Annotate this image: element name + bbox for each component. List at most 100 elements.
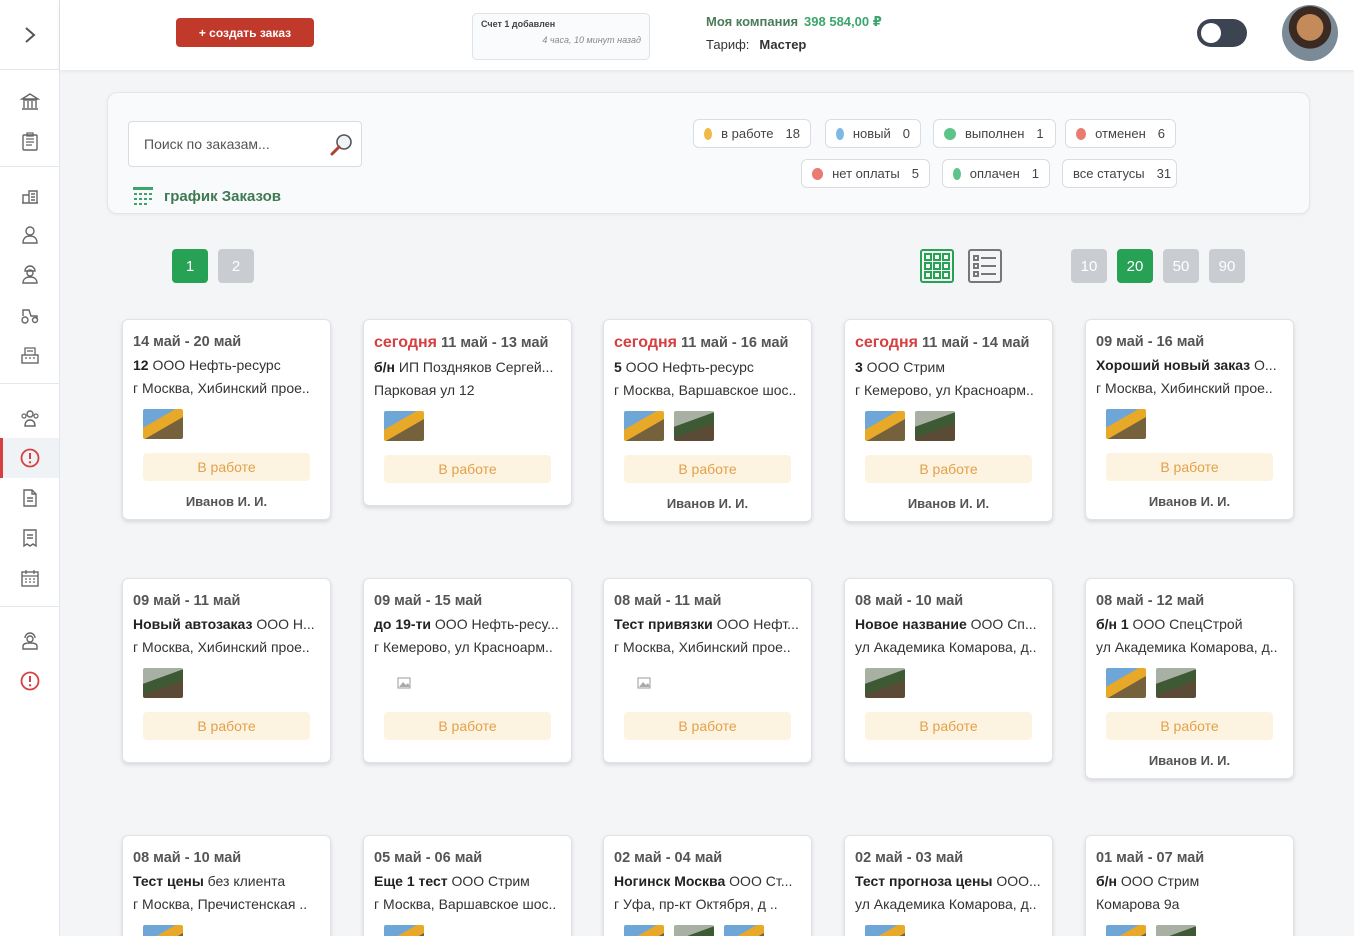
sidebar-item-drivers[interactable]: [0, 215, 59, 255]
order-number: до 19-ти: [374, 616, 432, 632]
equipment-photo[interactable]: [384, 925, 424, 936]
grid-view-icon[interactable]: [920, 249, 954, 283]
notification-card[interactable]: Счет 1 добавлен 4 часа, 10 минут назад: [472, 13, 650, 60]
sidebar-expand-button[interactable]: [0, 0, 59, 70]
search-input[interactable]: [129, 122, 319, 166]
sidebar: [0, 0, 60, 936]
status-chip[interactable]: отменен 6: [1065, 119, 1176, 148]
sidebar-item-machinery[interactable]: [0, 295, 59, 335]
equipment-photo[interactable]: [143, 668, 183, 698]
date-range: 02 май - 03 май: [855, 850, 964, 866]
equipment-photo[interactable]: [1106, 668, 1146, 698]
equipment-photo[interactable]: [674, 411, 714, 441]
page-button[interactable]: 2: [218, 249, 254, 283]
equipment-photo[interactable]: [1106, 925, 1146, 936]
chip-label: оплачен: [969, 166, 1020, 181]
equipment-photo[interactable]: [865, 411, 905, 441]
order-card[interactable]: сегодня 11 май - 14 май 3 ООО Стрим г Кеме…: [844, 319, 1053, 522]
sidebar-item-files[interactable]: [0, 478, 59, 518]
date-range: 05 май - 06 май: [374, 850, 483, 866]
equipment-photo[interactable]: [1106, 409, 1146, 439]
sidebar-item-team[interactable]: [0, 398, 59, 438]
equipment-photo[interactable]: [624, 925, 664, 936]
order-card[interactable]: 09 май - 11 май Новый автозаказ ООО Н... г…: [122, 578, 331, 763]
alert-icon: [20, 448, 39, 468]
order-card[interactable]: 08 май - 12 май б/н 1 ООО СпецСтрой ул Ака…: [1085, 578, 1294, 779]
equipment-photo[interactable]: [624, 411, 664, 441]
order-number: б/н 1: [1096, 616, 1129, 632]
order-title: б/н ИП Поздняков Сергей...: [374, 359, 561, 375]
date-range: 14 май - 20 май: [133, 334, 242, 350]
create-order-button[interactable]: + создать заказ: [176, 18, 314, 47]
equipment-photo[interactable]: [865, 925, 905, 936]
per-page-button[interactable]: 20: [1117, 249, 1153, 283]
equipment-photo[interactable]: [915, 411, 955, 441]
order-title: Тест прогноза цены ООО...: [855, 873, 1042, 889]
page-button[interactable]: 1: [172, 249, 208, 283]
per-page-button[interactable]: 10: [1071, 249, 1107, 283]
equipment-photo[interactable]: [674, 925, 714, 936]
order-card[interactable]: 02 май - 03 май Тест прогноза цены ООО...…: [844, 835, 1053, 936]
order-card[interactable]: 09 май - 15 май до 19-ти ООО Нефть-ресу..…: [363, 578, 572, 763]
order-schedule-link[interactable]: график Заказов: [132, 185, 281, 207]
equipment-photo[interactable]: [1156, 668, 1196, 698]
equipment-photo[interactable]: [865, 668, 905, 698]
order-card[interactable]: 02 май - 04 май Ногинск Москва ООО Ст... г…: [603, 835, 812, 936]
search-box: [128, 121, 362, 167]
chip-count: 0: [902, 126, 910, 141]
status-chip[interactable]: все статусы 31: [1062, 159, 1177, 188]
status-badge: В работе: [143, 712, 310, 740]
equipment-thumbs: [1106, 409, 1283, 439]
manager-name: Иванов И. И.: [1148, 753, 1231, 768]
order-card[interactable]: сегодня 11 май - 13 май б/н ИП Поздняков …: [363, 319, 572, 506]
sidebar-item-bank[interactable]: [0, 82, 59, 122]
status-badge: В работе: [865, 455, 1032, 483]
order-card[interactable]: 08 май - 10 май Новое название ООО Сп... у…: [844, 578, 1053, 763]
status-chip[interactable]: выполнен 1: [933, 119, 1056, 148]
status-badge: В работе: [624, 712, 791, 740]
sidebar-item-alerts[interactable]: [0, 661, 59, 701]
warehouse-icon: [21, 190, 38, 204]
user-avatar[interactable]: [1282, 5, 1338, 61]
theme-toggle[interactable]: [1197, 19, 1247, 47]
sidebar-item-warehouse[interactable]: [0, 175, 59, 215]
status-chip[interactable]: новый 0: [825, 119, 921, 148]
order-address: ул Академика Комарова, д..: [855, 896, 1037, 912]
list-view-icon[interactable]: [968, 249, 1002, 283]
sidebar-item-support[interactable]: [0, 621, 59, 661]
file-icon: [22, 489, 37, 507]
status-chip[interactable]: нет оплаты 5: [801, 159, 930, 188]
order-card[interactable]: 14 май - 20 май 12 ООО Нефть-ресурс г Моск…: [122, 319, 331, 520]
per-page-button[interactable]: 90: [1209, 249, 1245, 283]
image-placeholder-icon: [384, 668, 424, 698]
order-dates: 09 май - 15 май: [374, 593, 561, 609]
status-chip[interactable]: оплачен 1: [942, 159, 1050, 188]
order-card[interactable]: 01 май - 07 май б/н ООО Стрим Комарова 9а: [1085, 835, 1294, 936]
notification-title: Счет 1 добавлен: [481, 19, 556, 29]
sidebar-item-workers[interactable]: [0, 255, 59, 295]
order-card[interactable]: 05 май - 06 май Еще 1 тест ООО Стрим г Мос…: [363, 835, 572, 936]
sidebar-item-orders[interactable]: [0, 438, 59, 478]
order-card[interactable]: 08 май - 11 май Тест привязки ООО Нефт...…: [603, 578, 812, 763]
sidebar-item-register[interactable]: [0, 335, 59, 375]
sidebar-item-calendar[interactable]: [0, 558, 59, 598]
equipment-photo[interactable]: [384, 411, 424, 441]
sidebar-item-notes[interactable]: [0, 518, 59, 558]
manager-name: Иванов И. И.: [185, 494, 268, 509]
equipment-photo[interactable]: [1156, 925, 1196, 936]
sidebar-item-documents[interactable]: [0, 122, 59, 162]
status-chip[interactable]: в работе 18: [693, 119, 811, 148]
order-address: г Москва, Пречистенская ..: [133, 896, 308, 912]
order-card[interactable]: сегодня 11 май - 16 май 5 ООО Нефть-ресур…: [603, 319, 812, 522]
order-client: ООО Ст...: [725, 873, 793, 889]
per-page-button[interactable]: 50: [1163, 249, 1199, 283]
search-icon[interactable]: [329, 132, 355, 158]
order-card[interactable]: 08 май - 10 май Тест цены без клиента г Мо…: [122, 835, 331, 936]
equipment-photo[interactable]: [143, 409, 183, 439]
date-range: 01 май - 07 май: [1096, 850, 1205, 866]
order-card[interactable]: 09 май - 16 май Хороший новый заказ О... г…: [1085, 319, 1294, 520]
status-dot: [812, 167, 824, 180]
equipment-photo[interactable]: [143, 925, 183, 936]
order-number: Новое название: [855, 616, 967, 632]
equipment-photo[interactable]: [724, 925, 764, 936]
